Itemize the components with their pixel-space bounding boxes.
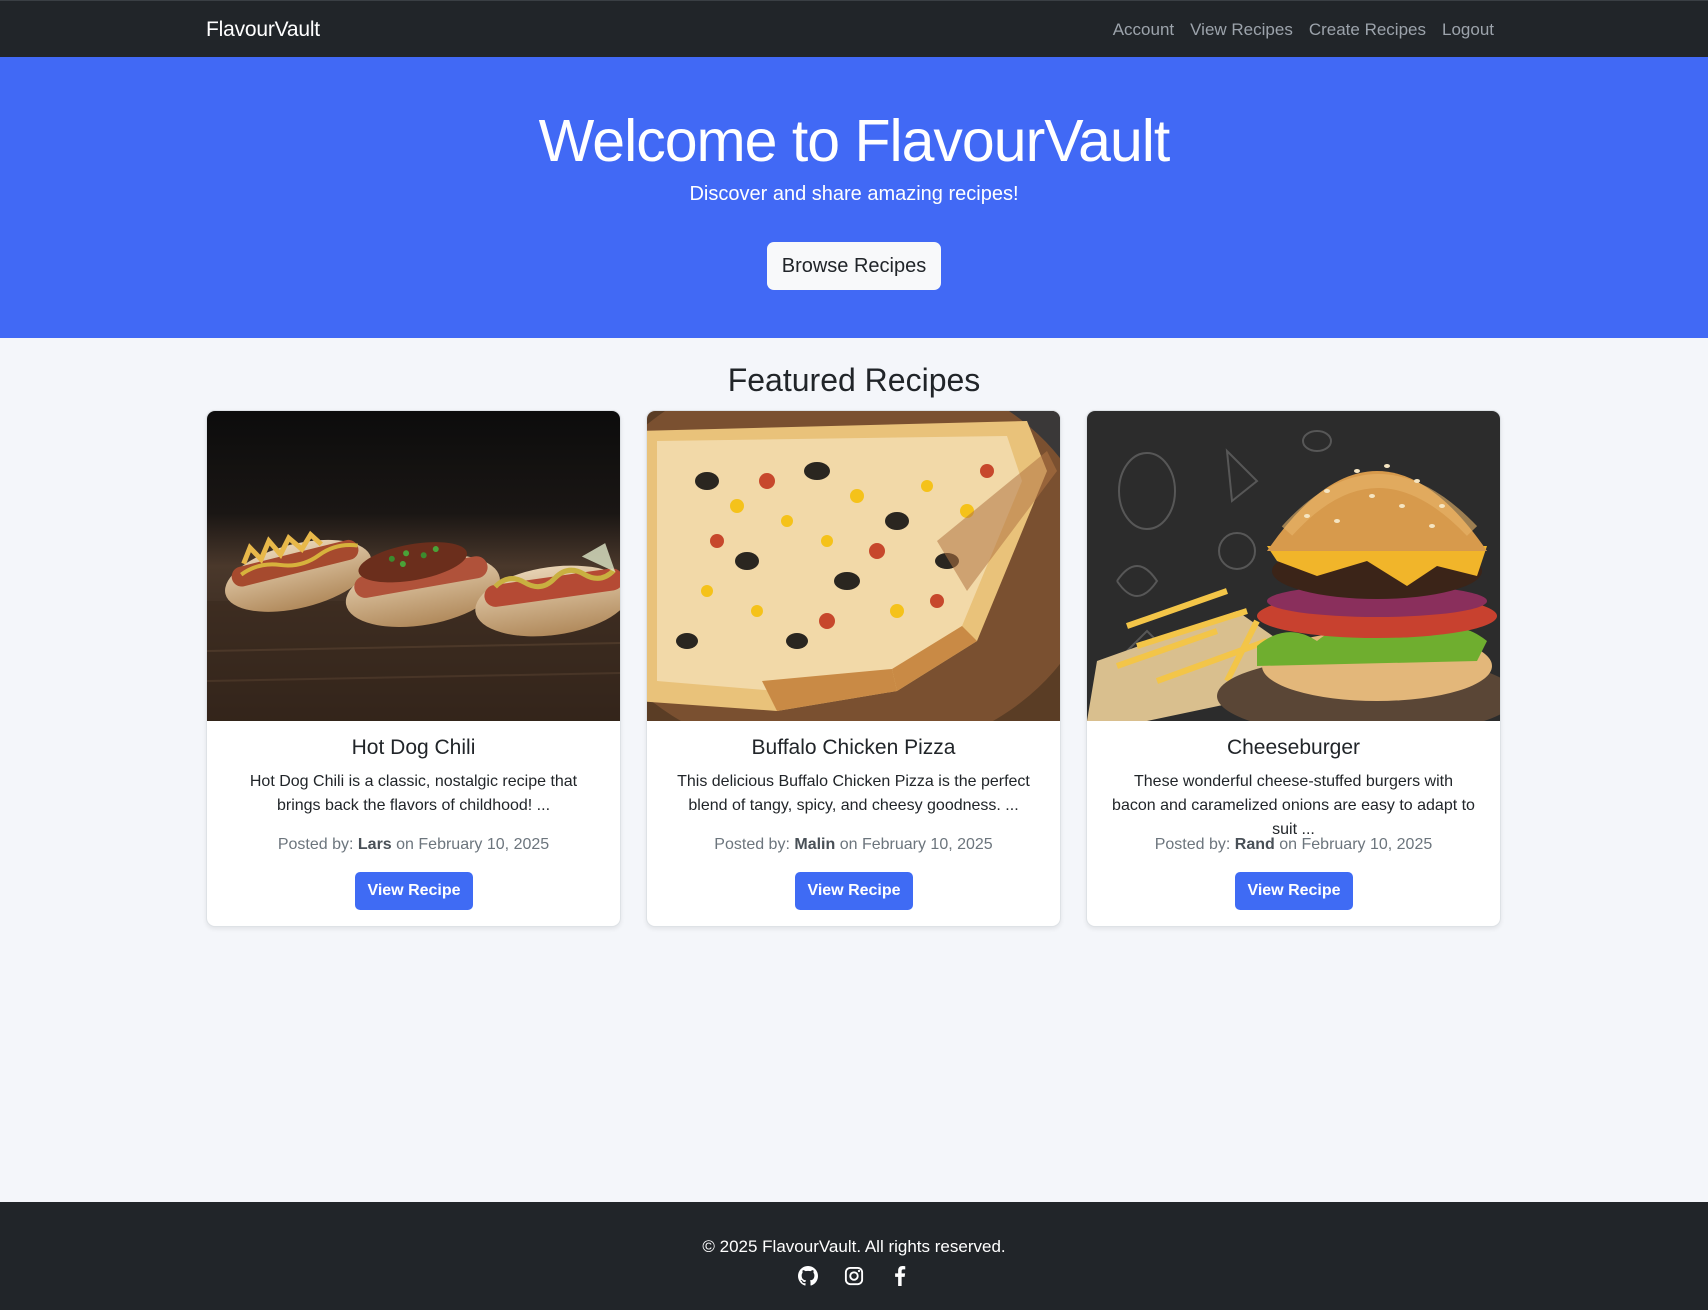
cheeseburger-photo[interactable] [1087,411,1500,721]
recipe-author: Malin [794,836,836,853]
recipe-meta: Posted by: Rand on February 10, 2025 [1087,836,1500,854]
social-links [0,1266,1708,1286]
on-label: on [839,836,858,853]
posted-by-label: Posted by: [277,836,354,853]
brand-logo-link[interactable]: FlavourVault [206,18,320,42]
recipe-title[interactable]: Buffalo Chicken Pizza [647,736,1060,760]
view-recipe-button[interactable]: View Recipe [1235,872,1353,910]
view-recipe-button[interactable]: View Recipe [795,872,913,910]
recipe-meta: Posted by: Malin on February 10, 2025 [647,836,1060,854]
recipe-title[interactable]: Cheeseburger [1087,736,1500,760]
instagram-icon[interactable] [844,1266,864,1286]
recipe-date: February 10, 2025 [418,836,550,853]
footer-copyright: © 2025 FlavourVault. All rights reserved… [702,1237,1006,1256]
hot-dogs-photo[interactable] [207,411,620,721]
recipe-author: Lars [357,836,392,853]
hero-title: Welcome to FlavourVault [538,108,1171,174]
facebook-icon[interactable] [890,1266,910,1286]
recipe-card: Buffalo Chicken Pizza This delicious Buf… [646,410,1061,927]
nav-link-logout[interactable]: Logout [1442,20,1494,40]
on-label: on [396,836,414,853]
recipe-meta: Posted by: Lars on February 10, 2025 [207,836,620,854]
hero-subtitle: Discover and share amazing recipes! [689,183,1019,205]
recipe-description: These wonderful cheese-stuffed burgers w… [1112,773,1475,838]
nav-link-create-recipes[interactable]: Create Recipes [1309,20,1426,40]
nav-link-view-recipes[interactable]: View Recipes [1190,20,1293,40]
pizza-photo[interactable] [647,411,1060,721]
page-footer: © 2025 FlavourVault. All rights reserved… [0,1202,1708,1310]
nav-links: Account View Recipes Create Recipes Logo… [1113,20,1494,40]
recipe-author: Rand [1234,836,1275,853]
posted-by-label: Posted by: [1154,836,1231,853]
posted-by-label: Posted by: [714,836,790,853]
github-icon[interactable] [798,1266,818,1286]
nav-link-account[interactable]: Account [1113,20,1174,40]
featured-recipes-heading: Featured Recipes [727,362,981,398]
browse-recipes-button[interactable]: Browse Recipes [767,242,941,290]
top-navbar: FlavourVault Account View Recipes Create… [0,0,1708,57]
recipe-date: February 10, 2025 [861,836,993,853]
recipe-date: February 10, 2025 [1301,836,1433,853]
recipe-description: This delicious Buffalo Chicken Pizza is … [677,773,1030,814]
recipe-title[interactable]: Hot Dog Chili [207,736,620,760]
view-recipe-button[interactable]: View Recipe [355,872,473,910]
on-label: on [1279,836,1298,853]
recipe-description: Hot Dog Chili is a classic, nostalgic re… [249,773,578,814]
hero-banner: Welcome to FlavourVault Discover and sha… [0,57,1708,338]
recipe-card: Hot Dog Chili Hot Dog Chili is a classic… [206,410,621,927]
recipe-card: Cheeseburger These wonderful cheese-stuf… [1086,410,1501,927]
